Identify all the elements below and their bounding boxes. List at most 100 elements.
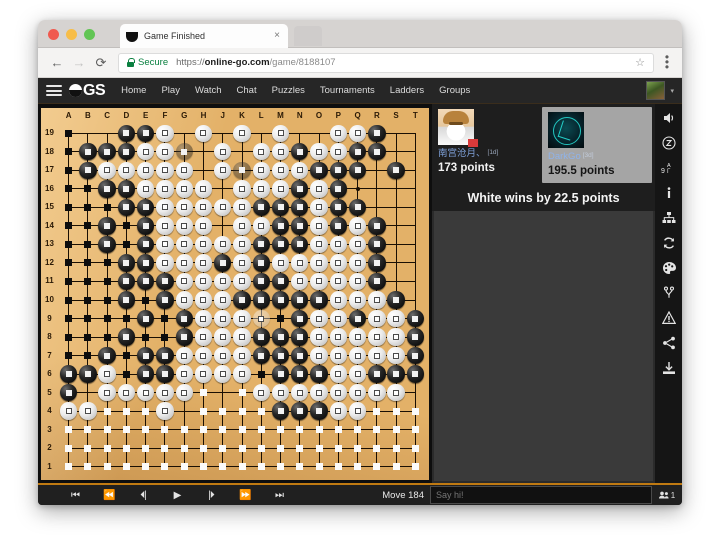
browser-tab[interactable]: Game Finished × — [120, 24, 288, 48]
territory-marker-white — [296, 463, 304, 471]
themes-icon[interactable] — [661, 260, 677, 276]
address-bar[interactable]: Secure https:// online-go.com /game/8188… — [118, 52, 654, 73]
score-marker — [219, 297, 226, 303]
score-marker — [393, 315, 400, 322]
menu-icon[interactable] — [46, 82, 62, 98]
black-player-name-row[interactable]: 南宫沧月、 [1d] — [438, 148, 536, 159]
next-move-button[interactable]: |⏵ — [194, 490, 228, 501]
territory-marker-white — [392, 407, 400, 415]
nav-item-chat[interactable]: Chat — [237, 85, 257, 96]
nav-item-play[interactable]: Play — [161, 85, 179, 96]
territory-marker-white — [161, 444, 169, 452]
browser-window: Game Finished × ← → ⟳ Secure https:// on… — [38, 20, 682, 505]
score-marker — [277, 352, 284, 359]
share-icon[interactable] — [661, 335, 677, 351]
coordinates-icon[interactable]: 9AΓ — [661, 160, 677, 176]
score-marker — [354, 222, 361, 229]
score-marker — [142, 204, 149, 211]
territory-marker-black — [103, 277, 111, 285]
territory-marker-white — [411, 426, 419, 434]
territory-marker-black — [142, 296, 150, 304]
first-move-button[interactable]: ⏮ — [58, 490, 92, 501]
clock-icon[interactable] — [661, 135, 677, 151]
score-marker — [316, 278, 323, 285]
score-marker — [200, 315, 207, 322]
go-board[interactable]: A B C D E F G H J K L M N O P Q R S T 19 18 17 16 15 14 13 12 11 10 9… — [41, 108, 429, 480]
last-move-button[interactable]: ⏭ — [262, 490, 296, 501]
forward-button: → — [72, 55, 86, 70]
territory-marker-black — [65, 166, 73, 174]
nav-item-watch[interactable]: Watch — [195, 85, 222, 96]
territory-marker-white — [354, 444, 362, 452]
column-label-S: S — [393, 111, 399, 120]
player-black[interactable]: 南宫沧月、 [1d] 173 points — [432, 104, 542, 186]
score-marker — [373, 334, 380, 341]
white-player-avatar[interactable] — [548, 112, 584, 148]
score-marker — [123, 167, 130, 174]
player-white[interactable]: DarkGo [3d] 195.5 points — [542, 107, 652, 183]
back-button[interactable]: ← — [46, 52, 68, 74]
score-marker — [123, 130, 130, 137]
nav-item-home[interactable]: Home — [121, 85, 146, 96]
territory-marker-white — [180, 444, 188, 452]
score-marker — [104, 222, 111, 229]
score-marker — [296, 371, 303, 378]
score-marker — [161, 408, 168, 415]
score-marker — [219, 334, 226, 341]
previous-move-button[interactable]: ⏴| — [126, 490, 160, 501]
territory-marker-white — [277, 463, 285, 471]
chat-input[interactable] — [430, 486, 652, 504]
chevron-down-icon[interactable]: ▾ — [670, 87, 674, 95]
sound-icon[interactable] — [661, 110, 677, 126]
score-marker — [296, 334, 303, 341]
score-marker — [142, 315, 149, 322]
chat-log[interactable] — [434, 211, 653, 481]
variation-icon[interactable] — [661, 285, 677, 301]
column-label-J: J — [220, 111, 225, 120]
reload-button[interactable]: ⟳ — [90, 52, 112, 74]
row-label-18: 18 — [45, 146, 54, 156]
score-marker — [181, 222, 188, 229]
score-marker — [161, 259, 168, 266]
score-marker — [354, 241, 361, 248]
nav-item-groups[interactable]: Groups — [439, 85, 470, 96]
score-marker — [354, 278, 361, 285]
play-button[interactable]: ▶ — [160, 490, 194, 501]
score-marker — [142, 222, 149, 229]
nav-item-ladders[interactable]: Ladders — [390, 85, 424, 96]
territory-marker-white — [142, 407, 150, 415]
black-player-avatar[interactable] — [438, 109, 478, 147]
score-marker — [200, 297, 207, 303]
nav-item-tournaments[interactable]: Tournaments — [320, 85, 375, 96]
score-marker — [161, 278, 168, 285]
territory-marker-white — [334, 444, 342, 452]
score-marker — [277, 408, 284, 415]
fast-back-button[interactable]: ⏪ — [92, 490, 126, 501]
bookmark-star-icon[interactable]: ☆ — [629, 56, 645, 69]
tab-title: Game Finished — [144, 31, 206, 41]
fast-forward-button[interactable]: ⏩ — [228, 490, 262, 501]
new-tab-button[interactable] — [294, 26, 322, 46]
maximize-window-button[interactable] — [84, 29, 95, 40]
browser-menu-button[interactable]: • • • — [660, 51, 674, 73]
score-marker — [354, 148, 361, 155]
info-icon[interactable] — [661, 185, 677, 201]
score-marker — [335, 167, 342, 174]
close-tab-button[interactable]: × — [272, 31, 282, 41]
territory-marker-white — [142, 444, 150, 452]
report-icon[interactable] — [661, 310, 677, 326]
column-label-F: F — [162, 111, 168, 120]
nav-item-puzzles[interactable]: Puzzles — [272, 85, 305, 96]
close-window-button[interactable] — [48, 29, 59, 40]
white-player-name-row[interactable]: DarkGo [3d] — [548, 151, 646, 162]
download-icon[interactable] — [661, 360, 677, 376]
score-marker — [412, 334, 419, 341]
score-marker — [123, 278, 130, 285]
ogs-logo[interactable]: GS — [69, 82, 106, 100]
game-tree-icon[interactable] — [661, 210, 677, 226]
user-avatar[interactable] — [646, 81, 666, 100]
territory-marker-black — [65, 222, 73, 230]
refresh-icon[interactable] — [661, 235, 677, 251]
minimize-window-button[interactable] — [66, 29, 77, 40]
territory-marker-white — [199, 444, 207, 452]
